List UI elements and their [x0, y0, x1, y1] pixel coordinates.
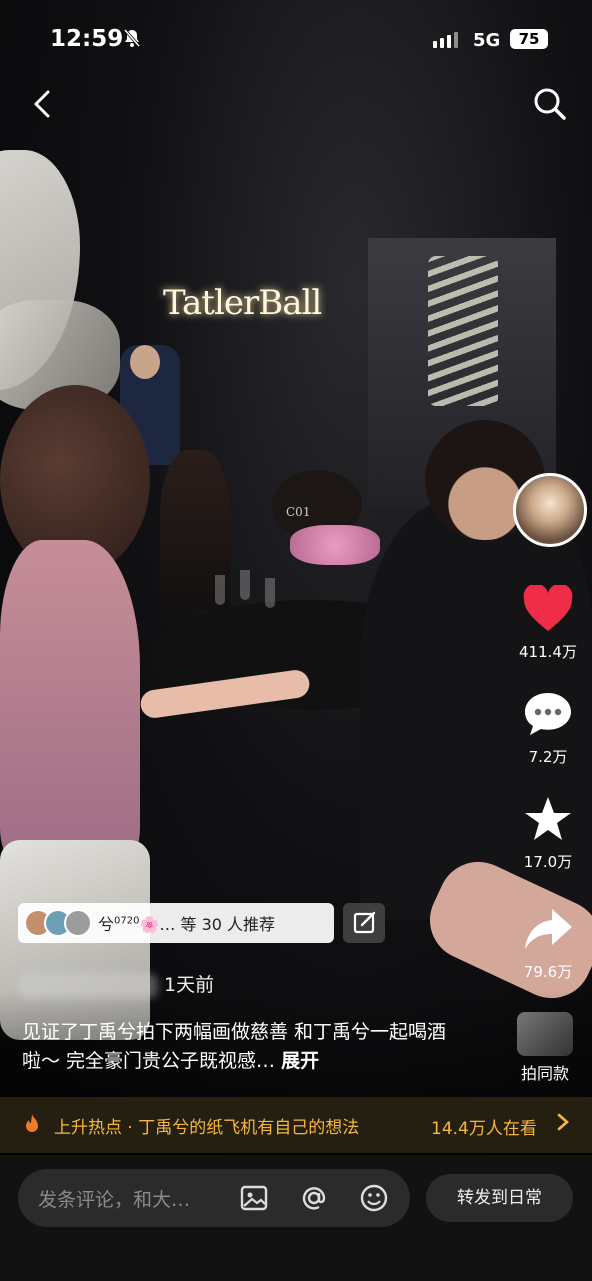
wine-glass: [215, 575, 225, 605]
comment-bubble-icon: [525, 693, 571, 735]
like-count: 411.4万: [519, 643, 577, 661]
comment-button[interactable]: 7.2万: [513, 690, 583, 767]
favorite-count: 17.0万: [523, 853, 573, 871]
recommenders-text: 兮0720🌸… 等 30 人推荐: [98, 915, 276, 934]
chevron-right-icon: [556, 1112, 570, 1137]
mute-bell-icon: [122, 28, 142, 53]
same-style-label: 拍同款: [520, 1064, 569, 1083]
star-icon: [525, 797, 571, 840]
flower-centerpiece: [290, 525, 380, 565]
flame-icon: [26, 1114, 38, 1132]
author-line[interactable]: 1天前: [18, 970, 214, 999]
same-style-button[interactable]: 拍同款: [510, 1012, 580, 1084]
author-name-blurred: [18, 972, 158, 999]
image-icon[interactable]: [238, 1182, 270, 1214]
search-button[interactable]: [530, 84, 570, 124]
clock: 12:59: [50, 26, 124, 52]
comment-bar: 发条评论，和大… 转发到日常: [0, 1155, 592, 1281]
speaker-head: [130, 345, 160, 379]
like-button[interactable]: 411.4万: [513, 583, 583, 662]
table-card: C01: [286, 505, 311, 519]
favorite-button[interactable]: 17.0万: [513, 795, 583, 872]
woman-figure: [0, 540, 140, 860]
post-time: 1天前: [164, 974, 215, 996]
heart-icon: [523, 583, 573, 631]
battery-indicator: 75: [510, 29, 548, 49]
mention-icon[interactable]: [298, 1182, 330, 1214]
recommenders-chip[interactable]: 兮0720🌸… 等 30 人推荐: [18, 903, 334, 943]
edit-icon: [353, 911, 376, 934]
wine-glass: [265, 578, 275, 608]
network-type: 5G: [473, 30, 501, 51]
status-bar: 12:59 5G 75: [0, 0, 592, 80]
author-avatar[interactable]: [513, 473, 587, 547]
back-button[interactable]: [24, 84, 64, 124]
edit-button[interactable]: [343, 903, 385, 943]
comment-placeholder: 发条评论，和大…: [38, 1189, 191, 1211]
share-button[interactable]: 79.6万: [513, 905, 583, 982]
hot-topic-bar[interactable]: 上升热点 · 丁禹兮的纸飞机有自己的想法 14.4万人在看: [0, 1097, 592, 1153]
repost-button[interactable]: 转发到日常: [426, 1174, 573, 1222]
event-logo: TatlerBall: [163, 283, 322, 323]
wine-glass: [240, 570, 250, 600]
post-description[interactable]: 见证了丁禹兮拍下两幅画做慈善 和丁禹兮一起喝酒啦～ 完全豪门贵公子既视感… 展开: [22, 1018, 462, 1076]
signal-icon: [433, 32, 458, 48]
share-count: 79.6万: [523, 963, 573, 981]
comment-count: 7.2万: [528, 748, 568, 766]
watcher-count: 14.4万人在看: [431, 1119, 537, 1139]
description-text: 见证了丁禹兮拍下两幅画做慈善 和丁禹兮一起喝酒啦～ 完全豪门贵公子既视感…: [22, 1021, 447, 1072]
expand-button[interactable]: 展开: [281, 1050, 319, 1072]
hot-topic-text: 上升热点 · 丁禹兮的纸飞机有自己的想法: [54, 1117, 360, 1138]
emoji-icon[interactable]: [358, 1182, 390, 1214]
chevron-left-icon: [34, 90, 50, 118]
comment-input[interactable]: 发条评论，和大…: [18, 1169, 410, 1227]
recommender-avatar: [64, 909, 92, 937]
search-icon: [534, 88, 566, 120]
share-arrow-icon: [525, 909, 572, 949]
same-style-thumbnail: [517, 1012, 573, 1056]
